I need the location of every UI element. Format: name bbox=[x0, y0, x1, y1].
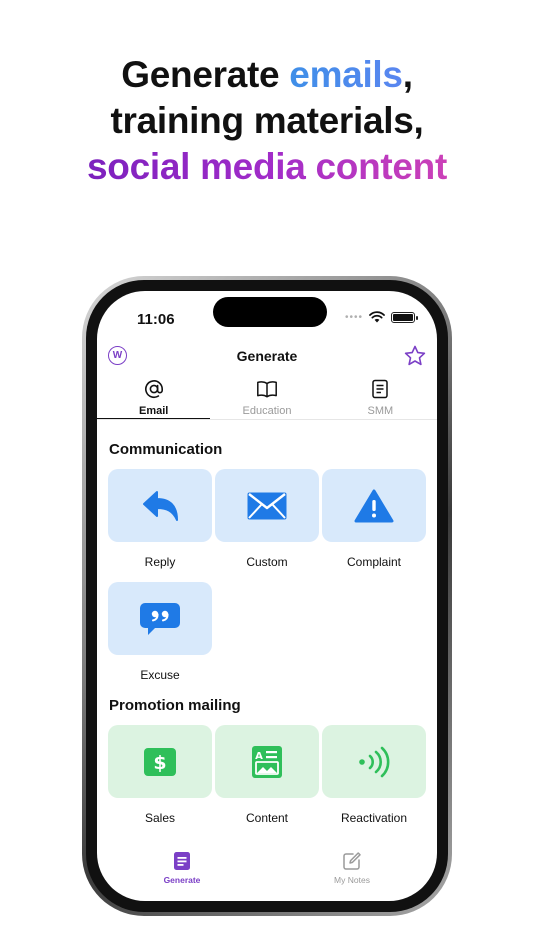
headline-line-2: training materials, bbox=[110, 100, 424, 141]
battery-icon bbox=[391, 311, 418, 323]
envelope-icon bbox=[247, 492, 287, 519]
template-card-reactivation[interactable]: Reactivation bbox=[322, 725, 426, 825]
template-label: Reply bbox=[144, 555, 176, 569]
category-tabs: Email Education SMM bbox=[97, 377, 437, 420]
template-tile bbox=[108, 582, 212, 655]
tab-divider bbox=[97, 419, 437, 420]
template-tile bbox=[108, 469, 212, 542]
communication-grid: Reply Custom Complaint Excuse bbox=[108, 469, 426, 682]
section-title-promotion: Promotion mailing bbox=[109, 697, 241, 714]
headline-prefix: Generate bbox=[121, 54, 290, 95]
bottom-tab-generate[interactable]: Generate bbox=[97, 841, 267, 901]
template-label: Content bbox=[245, 811, 289, 825]
template-label: Complaint bbox=[346, 555, 402, 569]
headline: Generate emails, training materials, soc… bbox=[0, 52, 534, 190]
book-icon bbox=[257, 381, 277, 398]
status-icons: •••• bbox=[344, 311, 418, 323]
template-card-complaint[interactable]: Complaint bbox=[322, 469, 426, 569]
generate-doc-icon bbox=[174, 852, 190, 870]
tab-email-label: Email bbox=[138, 405, 169, 417]
template-label: Excuse bbox=[140, 668, 180, 682]
headline-line-1: Generate emails, bbox=[0, 52, 534, 98]
compose-note-icon bbox=[343, 852, 361, 870]
tab-education-label: Education bbox=[242, 405, 292, 417]
bottom-tab-bar: Generate My Notes bbox=[97, 841, 437, 901]
phone-frame: 11:06 •••• W Generate Email Education SM… bbox=[82, 276, 452, 916]
tab-email[interactable]: Email bbox=[97, 377, 211, 420]
svg-text:A: A bbox=[255, 751, 263, 762]
wifi-icon bbox=[369, 311, 385, 323]
star-icon[interactable] bbox=[403, 344, 427, 368]
template-label: Reactivation bbox=[340, 811, 408, 825]
template-label: Sales bbox=[144, 811, 176, 825]
phone-screen: 11:06 •••• W Generate Email Education SM… bbox=[97, 291, 437, 901]
tab-education[interactable]: Education bbox=[210, 377, 323, 417]
status-time: 11:06 bbox=[137, 311, 175, 328]
bottom-tab-my-notes[interactable]: My Notes bbox=[267, 841, 437, 901]
template-tile bbox=[322, 469, 426, 542]
warning-triangle-icon bbox=[354, 489, 394, 522]
phone-bezel: 11:06 •••• W Generate Email Education SM… bbox=[86, 280, 448, 912]
promotion-grid: $ Sales A Content Reactivation bbox=[108, 725, 426, 825]
tab-smm[interactable]: SMM bbox=[324, 377, 437, 417]
template-tile: A bbox=[215, 725, 319, 798]
signal-dots-icon: •••• bbox=[344, 311, 363, 323]
template-label: Custom bbox=[246, 555, 288, 569]
template-card-reply[interactable]: Reply bbox=[108, 469, 212, 569]
tab-smm-label: SMM bbox=[367, 405, 394, 417]
quote-bubble-icon bbox=[140, 602, 180, 635]
headline-highlight: emails bbox=[289, 54, 403, 95]
status-bar: 11:06 •••• bbox=[97, 291, 437, 339]
reply-arrow-icon bbox=[143, 490, 178, 521]
text-image-icon: A bbox=[252, 745, 282, 778]
bottom-tab-my-notes-label: My Notes bbox=[334, 875, 370, 885]
signal-waves-icon bbox=[359, 746, 390, 777]
template-tile bbox=[322, 725, 426, 798]
bottom-tab-generate-label: Generate bbox=[163, 875, 201, 885]
page-title: Generate bbox=[236, 348, 298, 364]
headline-suffix: , bbox=[402, 54, 413, 95]
template-card-sales[interactable]: $ Sales bbox=[108, 725, 212, 825]
template-card-custom[interactable]: Custom bbox=[215, 469, 319, 569]
dynamic-island bbox=[213, 297, 327, 327]
at-sign-icon bbox=[144, 380, 163, 399]
template-tile: $ bbox=[108, 725, 212, 798]
svg-text:$: $ bbox=[153, 752, 166, 774]
nav-bar: W Generate bbox=[97, 341, 437, 371]
document-icon bbox=[372, 379, 389, 399]
template-tile bbox=[215, 469, 319, 542]
headline-line-3: social media content bbox=[0, 144, 534, 190]
template-card-excuse[interactable]: Excuse bbox=[108, 582, 212, 682]
template-card-content[interactable]: A Content bbox=[215, 725, 319, 825]
dollar-sign-icon: $ bbox=[144, 747, 176, 776]
section-title-communication: Communication bbox=[109, 441, 223, 458]
